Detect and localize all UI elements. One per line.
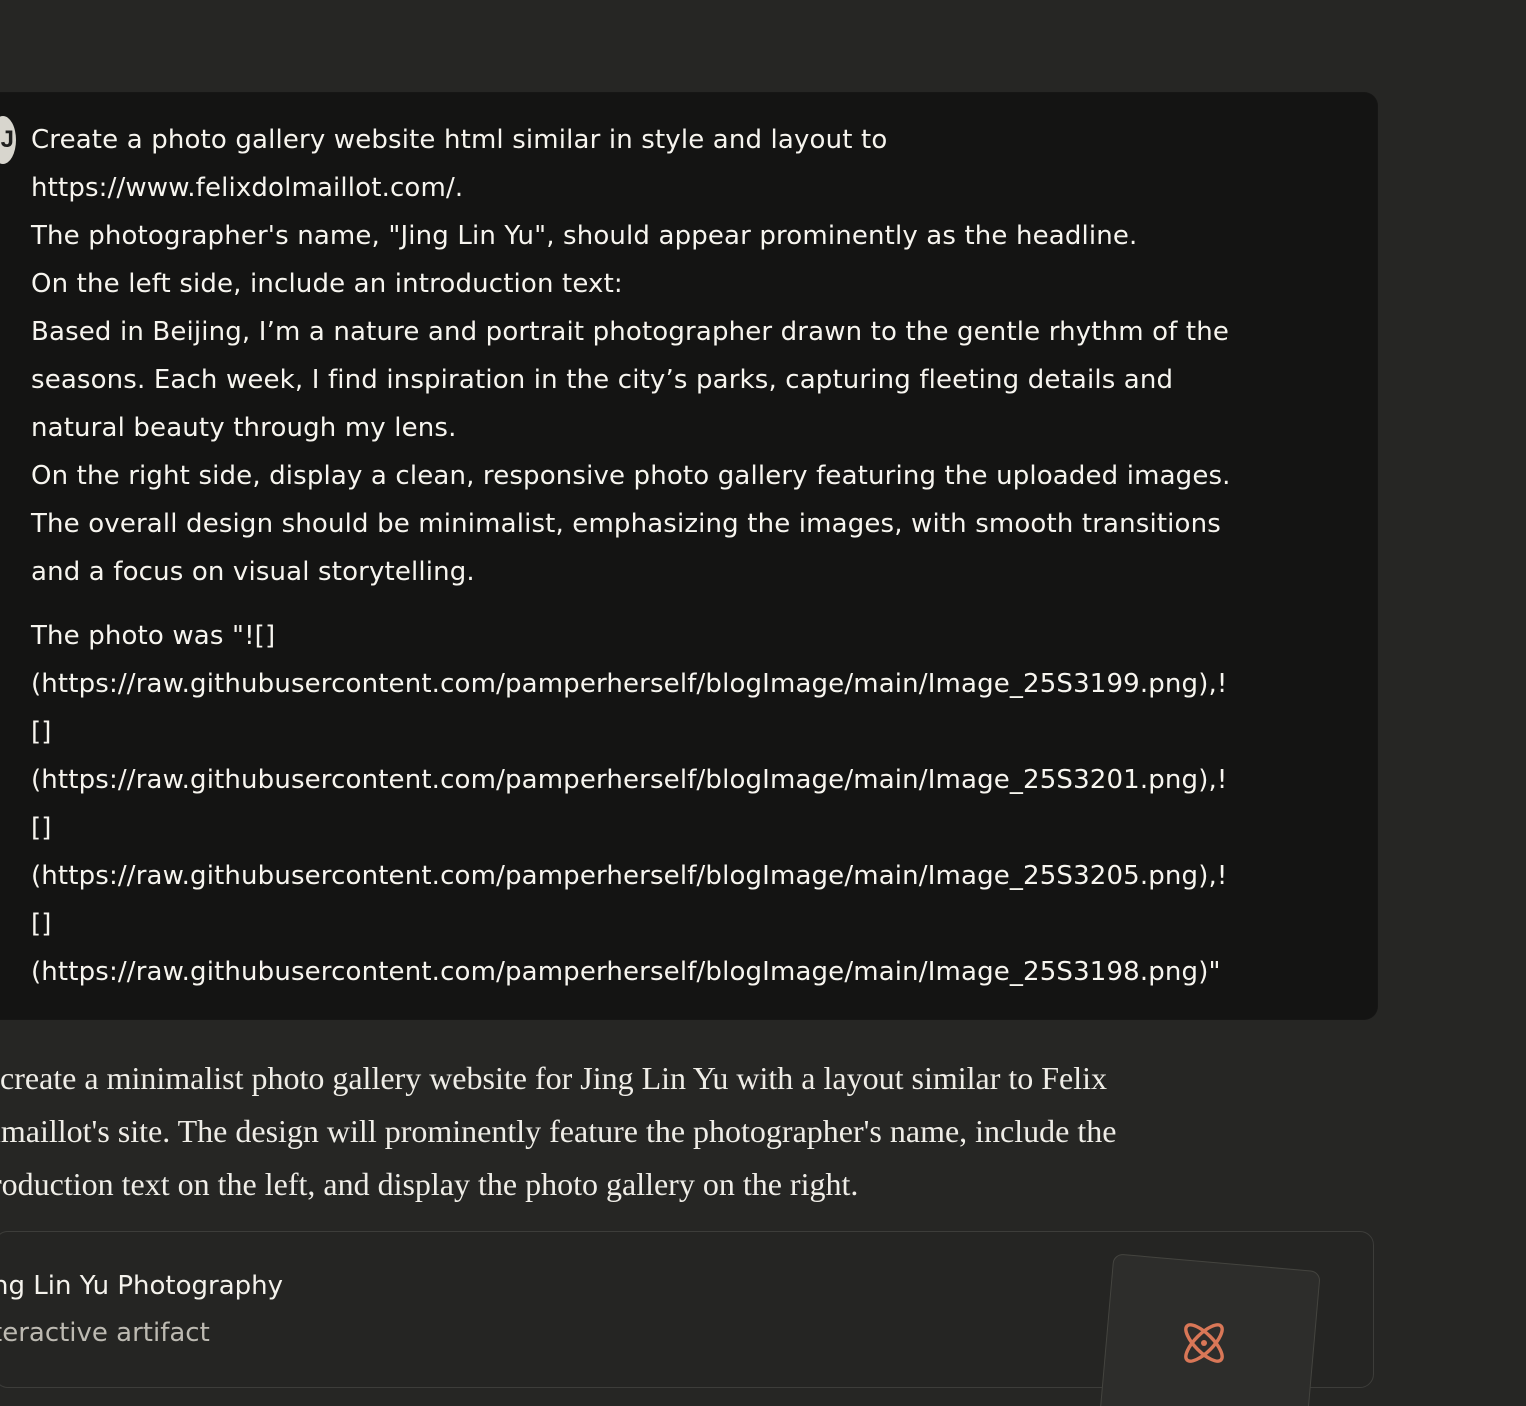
artifact-title[interactable]: ng Lin Yu Photography xyxy=(0,1262,492,1310)
user-message-line: [] xyxy=(31,909,52,939)
artifact-subtitle: teractive artifact xyxy=(0,1318,210,1348)
user-message-line: Create a photo gallery website html simi… xyxy=(31,125,888,155)
chat-page: J Create a photo gallery website html si… xyxy=(0,0,1526,1406)
assistant-message-line: lmaillot's site. The design will promine… xyxy=(0,1113,1117,1149)
user-message-line: (https://raw.githubusercontent.com/pampe… xyxy=(31,765,1228,795)
user-message-text: Create a photo gallery website html simi… xyxy=(31,116,1371,996)
user-message-line: natural beauty through my lens. xyxy=(31,413,457,443)
user-message-line: The photo was "![] xyxy=(31,621,276,651)
user-message-line: On the right side, display a clean, resp… xyxy=(31,461,1231,491)
user-message-line: [] xyxy=(31,813,52,843)
user-message-line: (https://raw.githubusercontent.com/pampe… xyxy=(31,957,1221,987)
user-message-line: The overall design should be minimalist,… xyxy=(31,509,1221,539)
user-message-line: (https://raw.githubusercontent.com/pampe… xyxy=(31,669,1228,699)
user-message-line: Based in Beijing, I’m a nature and portr… xyxy=(31,317,1230,347)
atom-icon xyxy=(1176,1315,1232,1371)
user-message-line: https://www.felixdolmaillot.com/. xyxy=(31,173,464,203)
user-message-line: The photographer's name, "Jing Lin Yu", … xyxy=(31,221,1138,251)
message-paragraph-gap xyxy=(31,596,1371,612)
assistant-message-line: roduction text on the left, and display … xyxy=(0,1166,859,1202)
user-message-line: (https://raw.githubusercontent.com/pampe… xyxy=(31,861,1228,891)
user-message-line: On the left side, include an introductio… xyxy=(31,269,623,299)
user-message-line: and a focus on visual storytelling. xyxy=(31,557,475,587)
assistant-message-line: create a minimalist photo gallery websit… xyxy=(0,1060,1108,1096)
assistant-message-text: create a minimalist photo gallery websit… xyxy=(0,1052,1382,1211)
user-message-line: seasons. Each week, I find inspiration i… xyxy=(31,365,1174,395)
user-message-line: [] xyxy=(31,717,52,747)
